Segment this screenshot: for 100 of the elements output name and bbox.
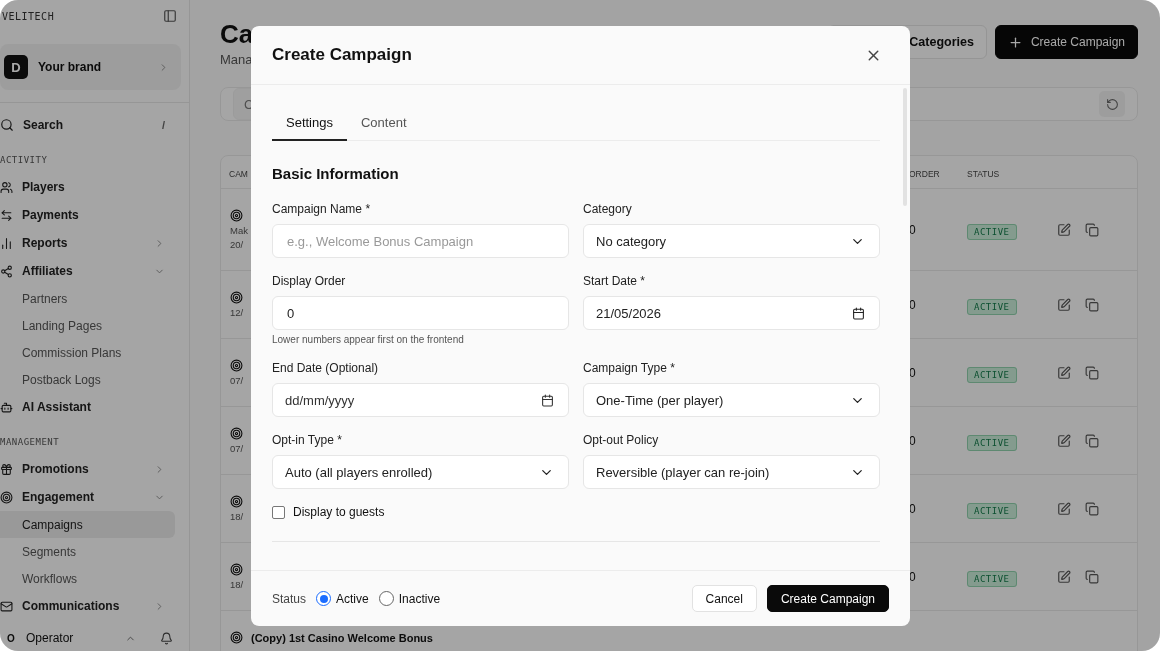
status-label: Status <box>272 591 307 606</box>
tab[interactable]: Content <box>347 105 421 141</box>
column-header: CAM <box>229 169 248 179</box>
radio-label: Active <box>336 591 369 606</box>
bell-icon[interactable] <box>160 631 173 645</box>
edit-icon[interactable] <box>1057 222 1071 237</box>
nav-item[interactable]: Reports <box>0 229 175 257</box>
date-field[interactable]: 21/05/2026 <box>583 296 880 330</box>
text-input[interactable]: 0 <box>272 296 569 330</box>
nav-subitem[interactable]: Partners <box>0 285 175 312</box>
target-icon <box>230 427 243 440</box>
nav-subitem[interactable]: Postback Logs <box>0 366 175 393</box>
edit-icon[interactable] <box>1057 501 1071 516</box>
search-item[interactable]: Search / <box>0 111 175 139</box>
copy-icon[interactable] <box>1085 569 1099 584</box>
target-icon <box>230 291 243 304</box>
table-cell: 18/ <box>230 511 244 522</box>
select-field[interactable]: One-Time (per player) <box>583 383 880 417</box>
workspace-switcher[interactable]: D Your brand <box>0 44 181 90</box>
nav-item[interactable]: Engagement <box>0 483 175 511</box>
status-badge: ACTIVE <box>967 570 1017 587</box>
edit-icon[interactable] <box>1057 365 1071 380</box>
tab[interactable]: Settings <box>272 105 347 141</box>
target-icon <box>0 490 13 504</box>
table-cell: 12/ <box>230 307 244 318</box>
table-cell-text: 0 <box>909 433 917 448</box>
status-badge: ACTIVE <box>967 434 1017 451</box>
user-menu[interactable]: O Operator <box>0 625 189 651</box>
nav-item[interactable]: Promotions <box>0 455 175 483</box>
create-button[interactable]: Create Campaign <box>766 585 889 612</box>
field-label: Campaign Name * <box>272 202 372 216</box>
nav-item[interactable]: Affiliates <box>0 257 175 285</box>
copy-icon[interactable] <box>1085 297 1099 312</box>
target-icon <box>230 563 243 576</box>
field-label: Category <box>583 202 633 216</box>
nav-subitem[interactable]: Campaigns <box>0 511 175 538</box>
target-icon <box>230 209 243 222</box>
edit-icon[interactable] <box>1057 297 1071 312</box>
field-label: Start Date * <box>583 274 647 288</box>
text-input[interactable]: e.g., Welcome Bonus Campaign <box>272 224 569 258</box>
table-cell-text: 0 <box>909 365 917 380</box>
radio-button[interactable] <box>316 591 332 606</box>
dialog-title: Create Campaign <box>272 45 412 65</box>
radio-button[interactable] <box>378 591 394 606</box>
table-cell-text: 0 <box>909 222 917 237</box>
checkbox-label: Display to guests <box>293 505 385 519</box>
copy-icon[interactable] <box>1085 365 1099 380</box>
table-cell: 20/ <box>230 239 244 250</box>
shortcut-key: / <box>161 119 165 131</box>
calendar-icon <box>541 393 554 407</box>
target-icon <box>230 495 243 508</box>
table-cell: 07/ <box>230 375 244 386</box>
date-field[interactable]: dd/mm/yyyy <box>272 383 569 417</box>
target-icon <box>230 631 243 644</box>
sidebar-toggle-icon[interactable] <box>163 9 177 23</box>
column-header: STATUS <box>967 169 1000 179</box>
calendar-icon <box>852 306 865 320</box>
edit-icon[interactable] <box>1057 433 1071 448</box>
nav-item[interactable]: AI Assistant <box>0 393 175 421</box>
section-title: MANAGEMENT <box>0 436 61 449</box>
campaign-name: (Copy) 1st Casino Welcome Bonus <box>251 631 433 644</box>
nav-subitem[interactable]: Landing Pages <box>0 312 175 339</box>
nav-subitem[interactable]: Workflows <box>0 565 175 592</box>
table-cell-text: 0 <box>909 501 917 516</box>
status-badge: ACTIVE <box>967 223 1017 240</box>
nav-item[interactable]: Payments <box>0 201 175 229</box>
nav-item[interactable]: Players <box>0 173 175 201</box>
field-label: Display Order <box>272 274 347 288</box>
cancel-button[interactable]: Cancel <box>691 585 757 612</box>
nav-item[interactable]: Communications <box>0 592 175 620</box>
section-title: ACTIVITY <box>0 154 49 167</box>
users-icon <box>0 180 13 194</box>
checkbox[interactable] <box>272 505 285 519</box>
select-field[interactable]: Reversible (player can re-join) <box>583 455 880 489</box>
field-hint: Lower numbers appear first on the frontend <box>272 334 465 345</box>
copy-icon[interactable] <box>1085 433 1099 448</box>
column-header: ORDER <box>909 169 940 179</box>
gift-icon <box>0 462 13 476</box>
nav-subitem[interactable]: Segments <box>0 538 175 565</box>
page-subtitle: Mana <box>220 52 254 67</box>
nav-subitem[interactable]: Commission Plans <box>0 339 175 366</box>
status-badge: ACTIVE <box>967 366 1017 383</box>
target-icon <box>230 359 243 372</box>
copy-icon[interactable] <box>1085 222 1099 237</box>
radio-label: Inactive <box>398 591 441 606</box>
search-icon <box>0 118 14 132</box>
field-label: Opt-in Type * <box>272 433 343 447</box>
create-button[interactable]: Create Campaign <box>994 25 1138 59</box>
copy-icon[interactable] <box>1085 501 1099 516</box>
edit-icon[interactable] <box>1057 569 1071 584</box>
plus-icon <box>1007 34 1023 50</box>
reset-button[interactable] <box>1099 91 1125 117</box>
share-icon <box>0 264 13 278</box>
table-cell: Mak <box>230 225 248 236</box>
select-field[interactable]: Auto (all players enrolled) <box>272 455 569 489</box>
field-label: Campaign Type * <box>583 361 676 375</box>
table-cell: 07/ <box>230 443 244 454</box>
brand-name: VELITECH <box>2 10 55 22</box>
select-field[interactable]: No category <box>583 224 880 258</box>
table-cell-text: 0 <box>909 569 917 584</box>
